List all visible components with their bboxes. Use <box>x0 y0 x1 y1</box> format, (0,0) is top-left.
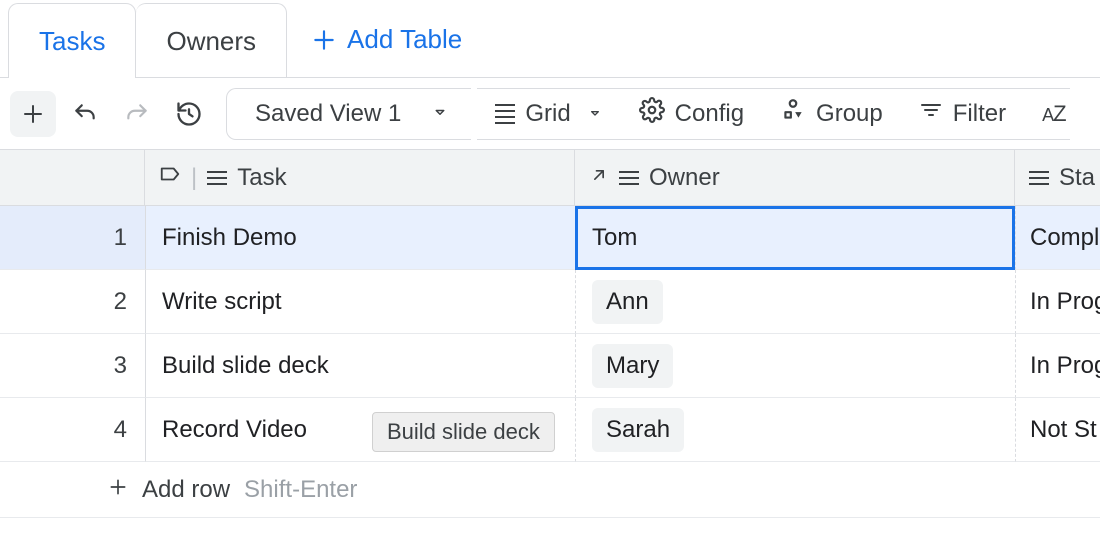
owner-chip: Ann <box>592 280 663 324</box>
filter-icon <box>919 98 943 129</box>
chevron-down-icon <box>587 100 603 128</box>
add-row-label: Add row <box>142 476 230 504</box>
saved-view-label: Saved View 1 <box>255 100 401 128</box>
sort-az-icon: AZ <box>1042 100 1065 128</box>
chevron-down-icon <box>431 100 449 128</box>
add-row-hint: Shift-Enter <box>244 476 357 504</box>
list-icon <box>495 104 515 124</box>
text-icon <box>1029 171 1049 185</box>
sort-button[interactable]: AZ <box>1024 100 1069 128</box>
group-icon <box>780 97 806 130</box>
data-grid: | Task Owner Sta 1 Finish Demo Tom Compl… <box>0 150 1100 518</box>
text-icon <box>207 171 227 185</box>
row-number[interactable]: 1 <box>0 206 145 270</box>
cell-task[interactable]: Finish Demo <box>145 206 575 270</box>
cell-status[interactable]: In Prog <box>1015 334 1100 398</box>
row-number-header <box>0 150 145 206</box>
column-header-task[interactable]: | Task <box>145 150 575 206</box>
undo-button[interactable] <box>62 91 108 137</box>
cell-status[interactable]: Not St <box>1015 398 1100 462</box>
group-label: Group <box>816 100 883 128</box>
gear-icon <box>639 97 665 130</box>
column-header-owner[interactable]: Owner <box>575 150 1015 206</box>
row-number[interactable]: 2 <box>0 270 145 334</box>
config-button[interactable]: Config <box>621 97 762 130</box>
cell-value: Build slide deck <box>162 352 329 380</box>
saved-view-dropdown[interactable]: Saved View 1 <box>226 88 471 140</box>
toolbar: Saved View 1 Grid Config Group <box>0 78 1100 150</box>
cell-value: Write script <box>162 288 282 316</box>
cell-owner[interactable]: Ann <box>575 270 1015 334</box>
tag-icon <box>159 163 181 192</box>
owner-chip: Mary <box>592 344 673 388</box>
cell-status[interactable]: Compl <box>1015 206 1100 270</box>
group-button[interactable]: Group <box>762 97 901 130</box>
column-header-status[interactable]: Sta <box>1015 150 1100 206</box>
plus-icon <box>311 27 337 53</box>
config-label: Config <box>675 100 744 128</box>
cell-value: Compl <box>1030 224 1099 252</box>
grid-label: Grid <box>525 100 570 128</box>
tab-tasks[interactable]: Tasks <box>8 3 136 78</box>
table-tabs: Tasks Owners Add Table <box>0 0 1100 78</box>
cell-status[interactable]: In Prog <box>1015 270 1100 334</box>
link-arrow-icon <box>589 164 609 192</box>
owner-chip: Sarah <box>592 408 684 452</box>
filter-button[interactable]: Filter <box>901 98 1024 129</box>
cell-owner[interactable]: Sarah <box>575 398 1015 462</box>
cell-task[interactable]: Build slide deck <box>145 334 575 398</box>
column-task-label: Task <box>237 164 286 192</box>
cell-owner[interactable]: Tom <box>575 206 1015 270</box>
cell-owner[interactable]: Mary <box>575 334 1015 398</box>
grid-view-button[interactable]: Grid <box>477 100 620 128</box>
filter-label: Filter <box>953 100 1006 128</box>
tab-owners[interactable]: Owners <box>136 3 287 78</box>
history-button[interactable] <box>166 91 212 137</box>
row-number[interactable]: 4 <box>0 398 145 462</box>
cell-task[interactable]: Write script <box>145 270 575 334</box>
cell-value: Tom <box>592 224 637 252</box>
cell-value: Finish Demo <box>162 224 297 252</box>
column-owner-label: Owner <box>649 164 720 192</box>
redo-button <box>114 91 160 137</box>
view-controls: Grid Config Group Filter AZ <box>477 88 1069 140</box>
cell-value: Not St <box>1030 416 1097 444</box>
text-icon <box>619 171 639 185</box>
cell-value: In Prog <box>1030 352 1100 380</box>
add-button[interactable] <box>10 91 56 137</box>
row-number[interactable]: 3 <box>0 334 145 398</box>
plus-icon <box>108 476 128 504</box>
cell-value: Record Video <box>162 416 307 444</box>
tooltip: Build slide deck <box>372 412 555 452</box>
add-row-button[interactable]: Add row Shift-Enter <box>0 462 1100 518</box>
column-status-label: Sta <box>1059 164 1095 192</box>
cell-value: In Prog <box>1030 288 1100 316</box>
add-table-button[interactable]: Add Table <box>287 2 486 77</box>
add-table-label: Add Table <box>347 24 462 55</box>
